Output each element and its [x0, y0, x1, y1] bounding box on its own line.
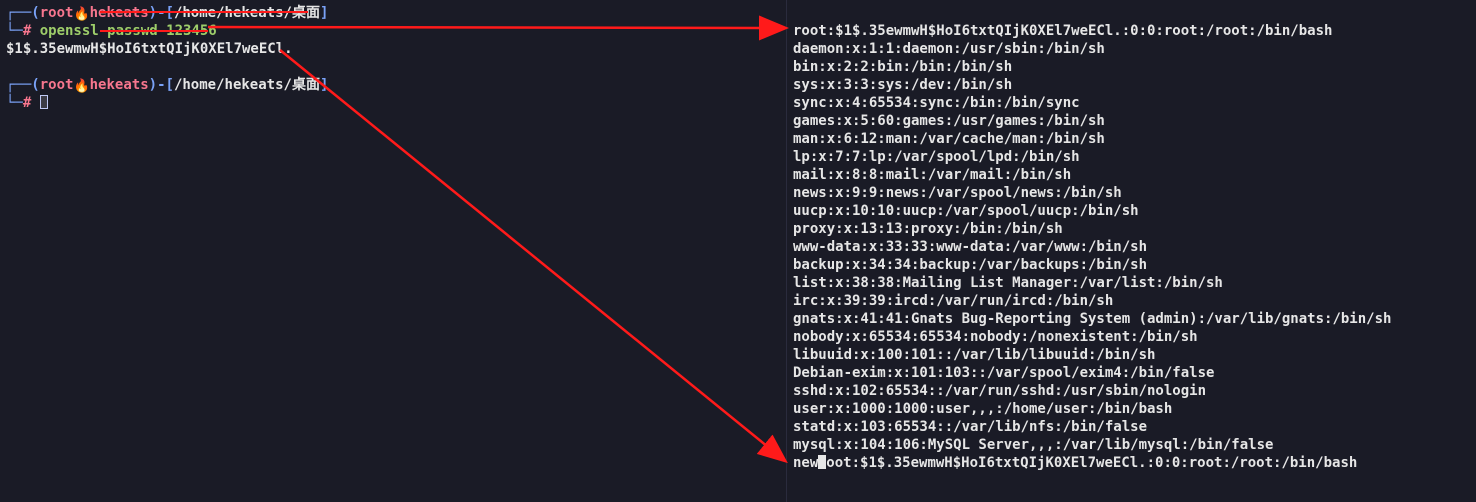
passwd-line: uucp:x:10:10:uucp:/var/spool/uucp:/bin/s…: [793, 202, 1470, 220]
fire-icon: 🔥: [73, 80, 89, 93]
passwd-line: root:$1$.35ewmwH$HoI6txtQIjK0XEl7weECl.:…: [793, 22, 1470, 40]
prompt-line-1: ┌──(root🔥hekeats)-[/home/hekeats/桌面]: [6, 4, 780, 22]
passwd-line: sync:x:4:65534:sync:/bin:/bin/sync: [793, 94, 1470, 112]
cursor-icon: [40, 95, 48, 109]
fire-icon: 🔥: [73, 8, 89, 21]
prompt-user: root: [40, 5, 74, 21]
passwd-line: user:x:1000:1000:user,,,:/home/user:/bin…: [793, 400, 1470, 418]
passwd-line: daemon:x:1:1:daemon:/usr/sbin:/bin/sh: [793, 40, 1470, 58]
passwd-file-content: root:$1$.35ewmwH$HoI6txtQIjK0XEl7weECl.:…: [793, 22, 1470, 454]
prompt-line-2: ┌──(root🔥hekeats)-[/home/hekeats/桌面]: [6, 76, 780, 94]
command-output: $1$.35ewmwH$HoI6txtQIjK0XEl7weECl.: [6, 40, 780, 58]
passwd-line: mysql:x:104:106:MySQL Server,,,:/var/lib…: [793, 436, 1470, 454]
passwd-line: man:x:6:12:man:/var/cache/man:/bin/sh: [793, 130, 1470, 148]
passwd-line: bin:x:2:2:bin:/bin:/bin/sh: [793, 58, 1470, 76]
passwd-line: proxy:x:13:13:proxy:/bin:/bin/sh: [793, 220, 1470, 238]
passwd-line: libuuid:x:100:101::/var/lib/libuuid:/bin…: [793, 346, 1470, 364]
passwd-line: Debian-exim:x:101:103::/var/spool/exim4:…: [793, 364, 1470, 382]
left-terminal-pane[interactable]: ┌──(root🔥hekeats)-[/home/hekeats/桌面] └─#…: [0, 0, 786, 502]
passwd-line: gnats:x:41:41:Gnats Bug-Reporting System…: [793, 310, 1470, 328]
passwd-line: news:x:9:9:news:/var/spool/news:/bin/sh: [793, 184, 1470, 202]
right-passwd-pane[interactable]: root:$1$.35ewmwH$HoI6txtQIjK0XEl7weECl.:…: [786, 0, 1476, 502]
passwd-line: statd:x:103:65534::/var/lib/nfs:/bin/fal…: [793, 418, 1470, 436]
command-text: openssl passwd 123456: [40, 23, 217, 39]
prompt-path-2: /home/hekeats/桌面: [174, 77, 320, 93]
passwd-line-new: newoot:$1$.35ewmwH$HoI6txtQIjK0XEl7weECl…: [793, 454, 1470, 472]
passwd-line: irc:x:39:39:ircd:/var/run/ircd:/bin/sh: [793, 292, 1470, 310]
passwd-line: list:x:38:38:Mailing List Manager:/var/l…: [793, 274, 1470, 292]
prompt-line-2b[interactable]: └─#: [6, 94, 780, 112]
prompt-line-1b: └─# openssl passwd 123456: [6, 22, 780, 40]
passwd-line: mail:x:8:8:mail:/var/mail:/bin/sh: [793, 166, 1470, 184]
prompt-host-2: hekeats: [90, 77, 149, 93]
prompt-host: hekeats: [90, 5, 149, 21]
passwd-line: nobody:x:65534:65534:nobody:/nonexistent…: [793, 328, 1470, 346]
passwd-line: sys:x:3:3:sys:/dev:/bin/sh: [793, 76, 1470, 94]
prompt-user-2: root: [40, 77, 74, 93]
passwd-line: lp:x:7:7:lp:/var/spool/lpd:/bin/sh: [793, 148, 1470, 166]
passwd-line: sshd:x:102:65534::/var/run/sshd:/usr/sbi…: [793, 382, 1470, 400]
passwd-line: games:x:5:60:games:/usr/games:/bin/sh: [793, 112, 1470, 130]
prompt-path: /home/hekeats/桌面: [174, 5, 320, 21]
passwd-line: backup:x:34:34:backup:/var/backups:/bin/…: [793, 256, 1470, 274]
passwd-line: www-data:x:33:33:www-data:/var/www:/bin/…: [793, 238, 1470, 256]
